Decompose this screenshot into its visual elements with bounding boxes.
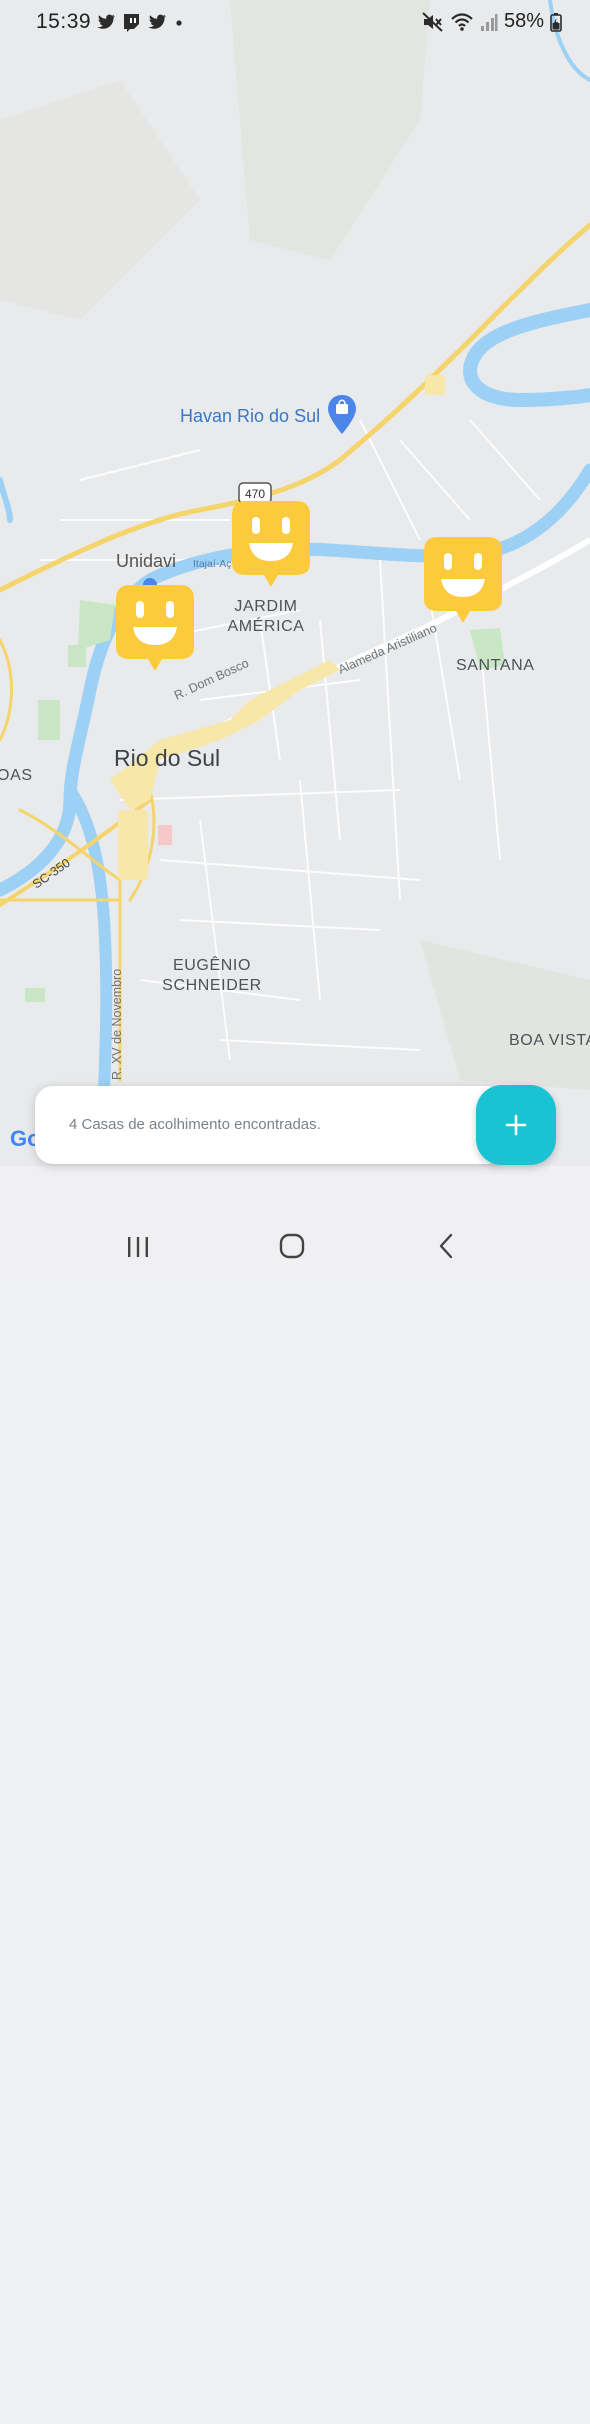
- home-icon[interactable]: [279, 1233, 305, 1259]
- twitter-icon: [148, 14, 166, 29]
- neighborhood-label-line: SCHNEIDER: [162, 977, 262, 994]
- twitter-icon: [97, 14, 115, 29]
- results-count-text: 4 Casas de acolhimento encontradas.: [69, 1116, 321, 1133]
- smile-marker[interactable]: [232, 501, 310, 587]
- notification-icons: [96, 11, 185, 33]
- map-view[interactable]: Havan Rio do Sul 470 Unidavi Itajaí-Aç J…: [0, 0, 590, 1166]
- neighborhood-label-line: AMÉRICA: [227, 618, 305, 635]
- smile-marker[interactable]: [424, 537, 502, 623]
- neighborhood-label-line: EUGÊNIO: [173, 957, 251, 974]
- system-icons: 58%: [422, 10, 562, 33]
- signal-icon: [480, 13, 498, 31]
- neighborhood-label-partial: IOAS: [0, 767, 33, 784]
- street-label-xv-novembro: R. XV de Novembro: [110, 968, 124, 1080]
- plus-icon: [505, 1114, 527, 1136]
- dot-icon: [176, 20, 182, 26]
- smile-marker-icon: [116, 585, 194, 671]
- results-card[interactable]: 4 Casas de acolhimento encontradas.: [35, 1086, 505, 1164]
- battery-percentage: 58%: [503, 10, 544, 32]
- neighborhood-label-eugenio-schneider: EUGÊNIO SCHNEIDER: [160, 956, 264, 996]
- status-time: 15:39: [36, 10, 92, 33]
- battery-icon: [550, 12, 562, 32]
- system-nav-bar: [0, 1166, 590, 1280]
- twitch-icon: [124, 13, 139, 32]
- status-bar: 15:39 58%: [0, 0, 590, 44]
- neighborhood-label-boa-vista: BOA VISTA: [509, 1032, 590, 1049]
- add-button[interactable]: [476, 1085, 556, 1165]
- mute-icon: [422, 11, 443, 32]
- poi-label-havan[interactable]: Havan Rio do Sul: [180, 406, 320, 427]
- poi-label-unidavi[interactable]: Unidavi: [116, 551, 176, 572]
- back-icon[interactable]: [436, 1233, 456, 1259]
- route-470-label: 470: [245, 487, 266, 501]
- neighborhood-label-jardim-america: JARDIM AMÉRICA: [222, 597, 310, 637]
- neighborhood-label-santana: SANTANA: [456, 657, 535, 674]
- recents-icon[interactable]: [126, 2402, 150, 2424]
- river-label: Itajaí-Aç: [193, 558, 232, 570]
- recents-icon[interactable]: [126, 1236, 150, 1258]
- city-label-rio-do-sul: Rio do Sul: [114, 745, 221, 771]
- smile-marker-icon: [424, 537, 502, 623]
- neighborhood-label-line: JARDIM: [234, 598, 298, 615]
- smile-marker[interactable]: [116, 585, 194, 671]
- smile-marker-icon: [232, 501, 310, 587]
- wifi-icon: [451, 12, 473, 31]
